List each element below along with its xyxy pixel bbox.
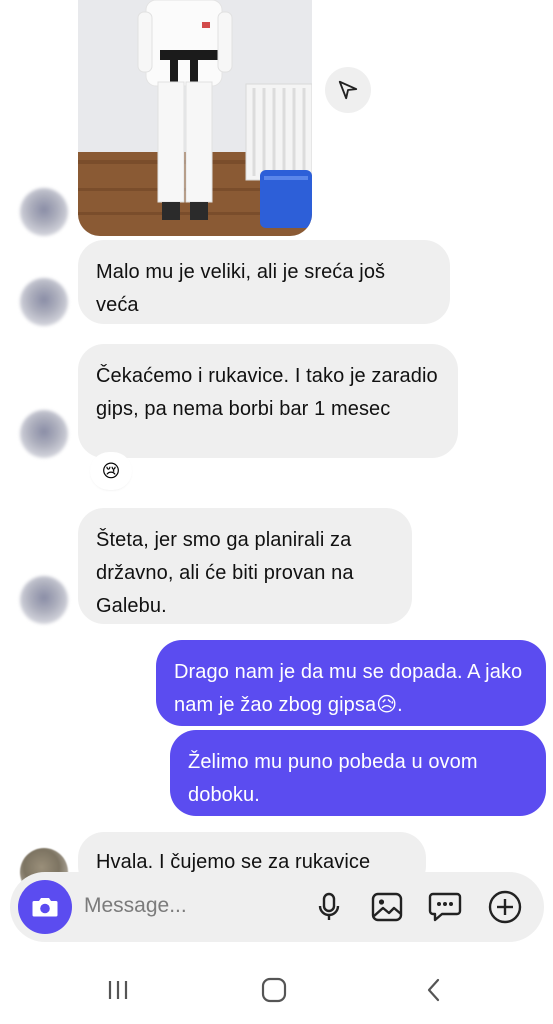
message-text: Želimo mu puno pobeda u ovom doboku. — [188, 751, 478, 806]
message-bubble[interactable]: Malo mu je veliki, ali je sreća još veća — [78, 240, 450, 324]
gallery-icon — [371, 892, 403, 922]
home-icon — [261, 977, 287, 1003]
back-icon — [427, 978, 440, 1002]
recents-icon — [108, 981, 128, 999]
message-text: Šteta, jer smo ga planirali za državno, … — [96, 529, 354, 617]
message-bubble[interactable]: Čekaćemo i rukavice. I tako je zaradio g… — [78, 344, 458, 458]
shared-photo[interactable] — [78, 0, 312, 236]
share-button[interactable] — [325, 67, 371, 113]
back-button[interactable] — [414, 972, 454, 1008]
crying-face-icon: 😢 — [101, 460, 121, 481]
message-text: Čekaćemo i rukavice. I tako je zaradio g… — [96, 365, 438, 420]
microphone-icon — [318, 892, 340, 920]
sticker-icon — [428, 892, 462, 922]
message-text: Hvala. I čujemo se za rukavice — [96, 851, 371, 873]
message-reaction[interactable]: 😢 — [92, 454, 130, 488]
recents-button[interactable] — [98, 972, 138, 1008]
contact-avatar[interactable] — [20, 576, 68, 624]
message-text: Malo mu je veliki, ali je sreća još veća — [96, 261, 386, 316]
sticker-button[interactable] — [426, 888, 464, 926]
message-bubble[interactable]: Šteta, jer smo ga planirali za državno, … — [78, 508, 412, 624]
message-text: Drago nam je da mu se dopada. A jako nam… — [174, 661, 523, 716]
photo-image — [78, 0, 312, 236]
camera-button[interactable] — [18, 880, 72, 934]
send-icon — [338, 80, 358, 100]
contact-avatar[interactable] — [20, 410, 68, 458]
sent-message-bubble[interactable]: Želimo mu puno pobeda u ovom doboku. — [170, 730, 546, 816]
add-icon — [488, 890, 522, 924]
contact-avatar[interactable] — [20, 188, 68, 236]
microphone-button[interactable] — [310, 888, 348, 926]
add-button[interactable] — [486, 888, 524, 926]
sent-message-bubble[interactable]: Drago nam je da mu se dopada. A jako nam… — [156, 640, 546, 726]
message-input[interactable]: Message... — [84, 894, 187, 918]
contact-avatar[interactable] — [20, 278, 68, 326]
camera-icon — [32, 898, 58, 917]
gallery-button[interactable] — [368, 888, 406, 926]
home-button[interactable] — [254, 972, 294, 1008]
